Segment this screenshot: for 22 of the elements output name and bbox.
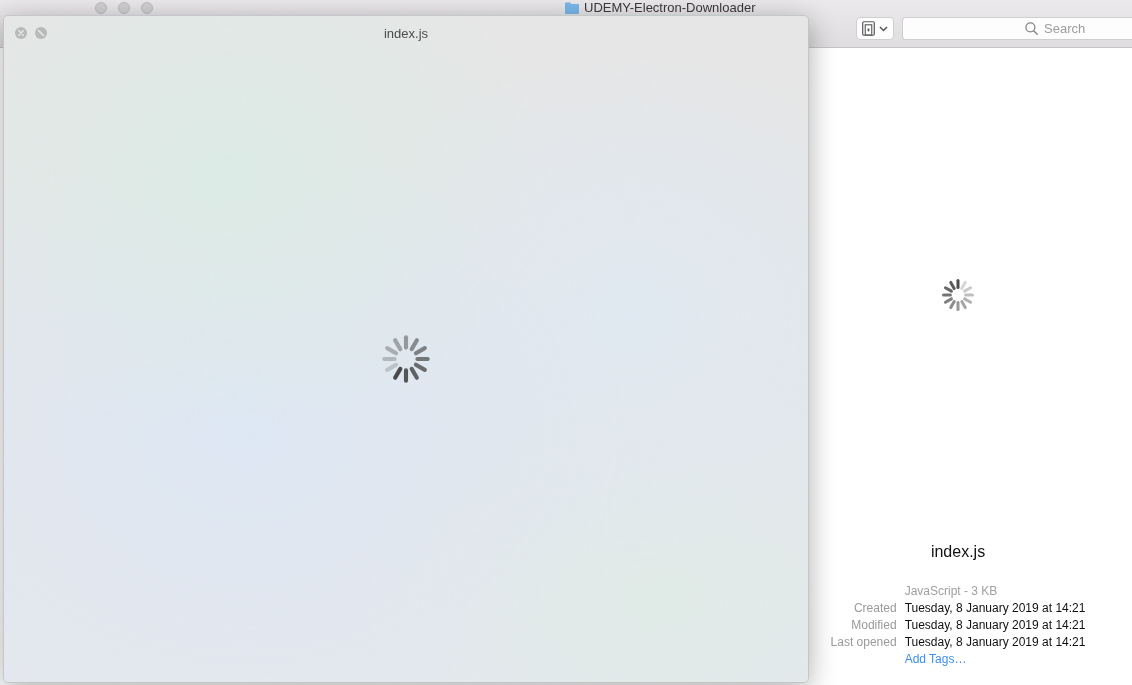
window-title: index.js: [383, 25, 429, 41]
detail-label: Modified: [850, 617, 897, 634]
detail-label: Created: [852, 600, 897, 617]
box-icon: [862, 21, 875, 36]
window-control-icon[interactable]: [95, 1, 107, 14]
window-control-icon[interactable]: [118, 1, 130, 14]
search-icon: [1025, 22, 1038, 35]
close-icon[interactable]: [15, 27, 27, 39]
detail-value: Tuesday, 8 January 2019 at 14:21: [904, 600, 1086, 617]
caret-icon: [879, 25, 888, 32]
detail-value: Tuesday, 8 January 2019 at 14:21: [904, 617, 1086, 634]
detail-label: Last opened: [830, 634, 897, 651]
file-name: index.js: [930, 542, 986, 562]
folder-icon: [565, 1, 579, 14]
add-tags-link[interactable]: Add Tags…: [904, 651, 967, 668]
toolbar-dropdown-button[interactable]: [856, 17, 894, 40]
detail-value: Tuesday, 8 January 2019 at 14:21: [904, 634, 1086, 651]
window-title: UDEMY-Electron-Downloader: [584, 0, 756, 15]
search-field[interactable]: Search: [902, 17, 1132, 40]
expand-icon[interactable]: [35, 27, 47, 39]
file-kind-size: JavaScript - 3 KB: [904, 583, 999, 600]
window-control-icon[interactable]: [141, 1, 153, 14]
